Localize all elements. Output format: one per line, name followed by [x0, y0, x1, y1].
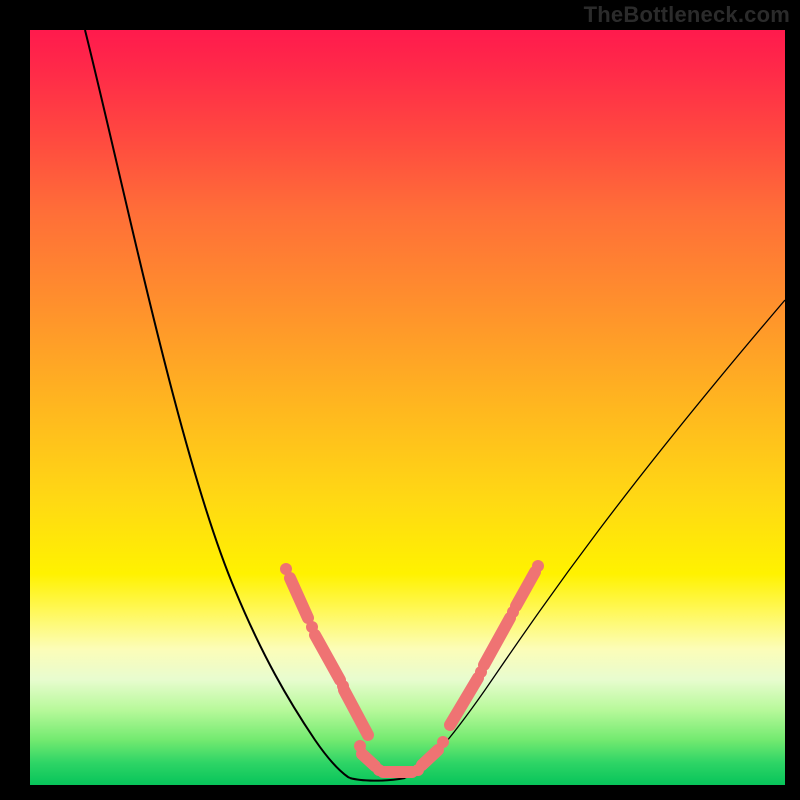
highlight-dot-8 — [507, 606, 519, 618]
highlight-layer — [30, 30, 785, 785]
highlight-seg-7 — [484, 618, 510, 665]
highlight-seg-5 — [422, 750, 438, 765]
highlight-dot-3 — [354, 740, 366, 752]
highlight-seg-2 — [344, 690, 368, 735]
highlight-seg-1 — [315, 635, 340, 680]
highlight-seg-6 — [450, 678, 478, 725]
highlight-dot-6 — [437, 736, 449, 748]
highlight-dot-4 — [373, 764, 385, 776]
highlight-seg-3 — [362, 754, 375, 766]
watermark-text: TheBottleneck.com — [584, 2, 790, 28]
highlight-dot-7 — [475, 666, 487, 678]
plot-area — [30, 30, 785, 785]
highlight-dot-5 — [412, 764, 424, 776]
chart-frame: TheBottleneck.com — [0, 0, 800, 800]
highlight-dot-9 — [532, 560, 544, 572]
highlight-dot-2 — [337, 680, 349, 692]
highlight-seg-0 — [290, 578, 308, 618]
highlight-dot-1 — [306, 621, 318, 633]
highlight-dot-0 — [280, 563, 292, 575]
highlight-seg-8 — [516, 572, 535, 606]
